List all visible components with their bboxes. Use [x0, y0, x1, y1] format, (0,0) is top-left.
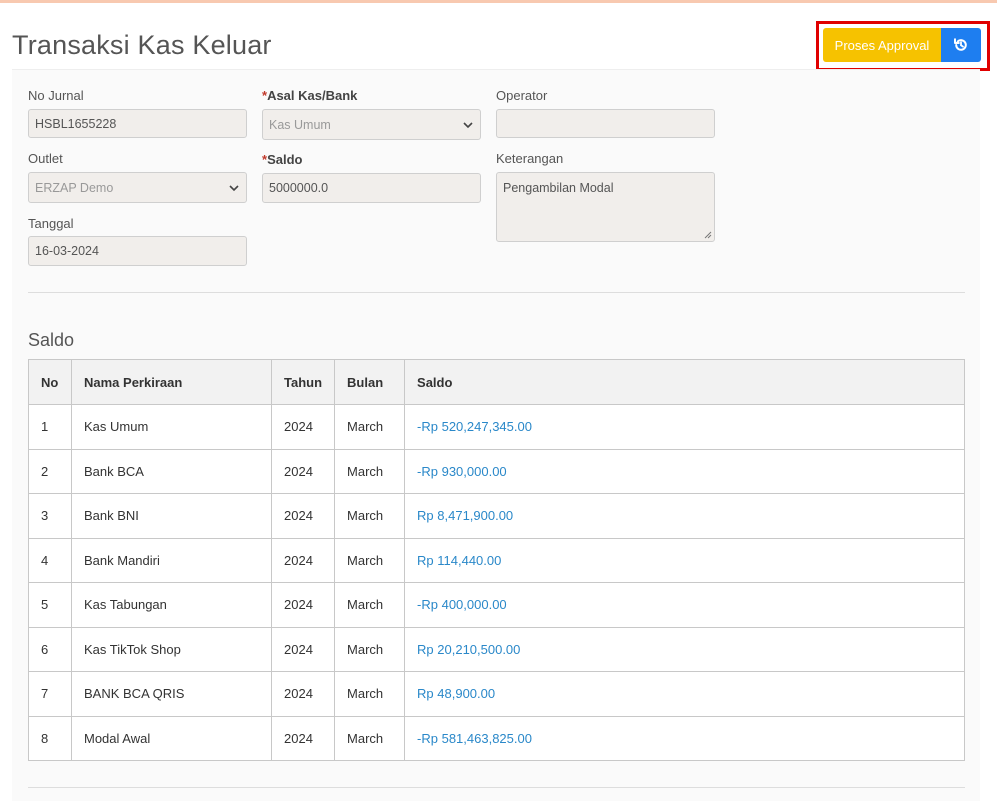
- row-saldo: -Rp 400,000.00: [404, 582, 965, 628]
- row-saldo: Rp 20,210,500.00: [404, 626, 965, 672]
- outlet-label: Outlet: [28, 151, 63, 166]
- row-bulan: March: [334, 537, 406, 583]
- table-row: 7 BANK BCA QRIS 2024 March Rp 48,900.00: [28, 671, 965, 717]
- row-tahun: 2024: [270, 671, 336, 717]
- keterangan-label: Keterangan: [496, 151, 564, 166]
- row-saldo: Rp 48,900.00: [404, 671, 965, 717]
- table-row: 4 Bank Mandiri 2024 March Rp 114,440.00: [28, 537, 965, 583]
- asal-kas-label: *Asal Kas/Bank: [262, 88, 357, 103]
- saldo-label-text: Saldo: [267, 152, 303, 167]
- saldo-table: No Nama Perkiraan Tahun Bulan Saldo 1 Ka…: [28, 359, 965, 761]
- row-tahun: 2024: [270, 493, 336, 539]
- asal-kas-value: Kas Umum: [269, 117, 331, 132]
- operator-field[interactable]: [496, 109, 715, 138]
- header-nama-perkiraan: Nama Perkiraan: [71, 359, 272, 405]
- row-no: 7: [28, 671, 72, 717]
- row-nama: Kas TikTok Shop: [71, 626, 272, 672]
- outlet-value: ERZAP Demo: [35, 180, 114, 195]
- row-no: 2: [28, 448, 72, 494]
- saldo-value: 5000000.0: [269, 181, 329, 195]
- proses-approval-button[interactable]: Proses Approval: [823, 28, 941, 62]
- row-saldo: Rp 8,471,900.00: [404, 493, 965, 539]
- asal-kas-label-text: Asal Kas/Bank: [267, 88, 358, 103]
- row-saldo: -Rp 930,000.00: [404, 448, 965, 494]
- row-nama: Kas Tabungan: [71, 582, 272, 628]
- history-icon: [954, 38, 967, 51]
- row-nama: Bank BNI: [71, 493, 272, 539]
- header-tahun: Tahun: [270, 359, 336, 405]
- table-row: 3 Bank BNI 2024 March Rp 8,471,900.00: [28, 493, 965, 539]
- chevron-down-icon: [462, 119, 474, 131]
- row-saldo: Rp 114,440.00: [404, 537, 965, 583]
- row-no: 6: [28, 626, 72, 672]
- tanggal-field[interactable]: 16-03-2024: [28, 236, 247, 266]
- table-header-row: No Nama Perkiraan Tahun Bulan Saldo: [28, 359, 965, 405]
- row-bulan: March: [334, 493, 406, 539]
- row-bulan: March: [334, 715, 406, 761]
- tanggal-value: 16-03-2024: [35, 244, 99, 258]
- row-saldo: -Rp 581,463,825.00: [404, 715, 965, 761]
- row-no: 5: [28, 582, 72, 628]
- row-bulan: March: [334, 448, 406, 494]
- row-bulan: March: [334, 582, 406, 628]
- top-accent-strip: [0, 0, 997, 3]
- outlet-select[interactable]: ERZAP Demo: [28, 172, 247, 203]
- row-tahun: 2024: [270, 715, 336, 761]
- row-no: 8: [28, 715, 72, 761]
- row-no: 3: [28, 493, 72, 539]
- bottom-divider: [28, 787, 965, 788]
- row-tahun: 2024: [270, 404, 336, 450]
- table-row: 2 Bank BCA 2024 March -Rp 930,000.00: [28, 448, 965, 494]
- row-nama: Modal Awal: [71, 715, 272, 761]
- chevron-down-icon: [228, 182, 240, 194]
- tanggal-label: Tanggal: [28, 216, 74, 231]
- row-bulan: March: [334, 671, 406, 717]
- table-row: 6 Kas TikTok Shop 2024 March Rp 20,210,5…: [28, 626, 965, 672]
- reset-button[interactable]: [941, 28, 981, 62]
- row-bulan: March: [334, 626, 406, 672]
- keterangan-value: Pengambilan Modal: [503, 181, 614, 195]
- table-row: 5 Kas Tabungan 2024 March -Rp 400,000.00: [28, 582, 965, 628]
- row-tahun: 2024: [270, 537, 336, 583]
- row-saldo: -Rp 520,247,345.00: [404, 404, 965, 450]
- row-tahun: 2024: [270, 582, 336, 628]
- table-row: 1 Kas Umum 2024 March -Rp 520,247,345.00: [28, 404, 965, 450]
- operator-label: Operator: [496, 88, 548, 103]
- asal-kas-select[interactable]: Kas Umum: [262, 109, 481, 140]
- header-no: No: [28, 359, 72, 405]
- saldo-label: *Saldo: [262, 152, 302, 167]
- row-nama: Kas Umum: [71, 404, 272, 450]
- section-divider: [28, 292, 965, 293]
- no-jurnal-field[interactable]: HSBL1655228: [28, 109, 247, 138]
- resize-grip-icon[interactable]: [704, 231, 712, 239]
- page-title: Transaksi Kas Keluar: [12, 30, 272, 60]
- table-row: 8 Modal Awal 2024 March -Rp 581,463,825.…: [28, 715, 965, 761]
- row-tahun: 2024: [270, 448, 336, 494]
- row-tahun: 2024: [270, 626, 336, 672]
- keterangan-textarea[interactable]: Pengambilan Modal: [496, 172, 715, 242]
- row-nama: Bank Mandiri: [71, 537, 272, 583]
- no-jurnal-label: No Jurnal: [28, 88, 84, 103]
- row-bulan: March: [334, 404, 406, 450]
- row-nama: Bank BCA: [71, 448, 272, 494]
- header-bulan: Bulan: [334, 359, 406, 405]
- row-nama: BANK BCA QRIS: [71, 671, 272, 717]
- header-saldo: Saldo: [404, 359, 965, 405]
- no-jurnal-value: HSBL1655228: [35, 116, 117, 131]
- saldo-section-title: Saldo: [28, 330, 75, 350]
- row-no: 4: [28, 537, 72, 583]
- row-no: 1: [28, 404, 72, 450]
- saldo-field[interactable]: 5000000.0: [262, 173, 481, 203]
